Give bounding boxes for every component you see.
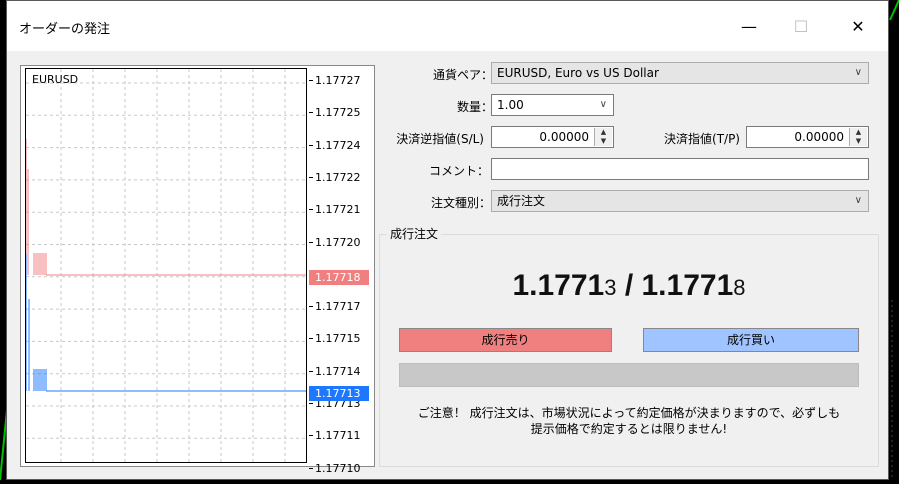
pair-value: EURUSD, Euro vs US Dollar <box>497 66 659 80</box>
price-tick-label: 1.17720 <box>315 235 361 249</box>
close-button[interactable]: ✕ <box>835 11 881 41</box>
notice-text: ご注意！ 成行注文は、市場状況によって約定価格が決まりますので、必ずしも 提示価… <box>379 405 879 437</box>
volume-value: 1.00 <box>497 98 524 112</box>
notice-line-2: 提示価格で約定するとは限りません! <box>530 422 728 436</box>
status-bar <box>399 363 859 387</box>
tick-chart: EURUSD 1.17727 1.17725 1.17724 1.17722 1.177… <box>20 65 375 475</box>
price-tick-label: 1.17721 <box>315 203 361 217</box>
pair-select[interactable]: EURUSD, Euro vs US Dollar ∨ <box>491 62 869 84</box>
sl-value: 0.00000 <box>539 130 589 144</box>
price-tick-label: 1.17725 <box>315 106 361 120</box>
price-tick-label: 1.17722 <box>315 170 361 184</box>
sl-input[interactable]: 0.00000 ▲ ▼ <box>491 126 614 148</box>
price-tick-label: 1.17711 <box>315 429 361 443</box>
volume-select[interactable]: 1.00 ∨ <box>491 94 614 116</box>
comment-label: コメント： <box>428 164 489 178</box>
ask-price-tag: 1.17713 <box>309 386 369 401</box>
sl-label: 決済逆指値(S/L) <box>396 132 484 146</box>
tick-mark <box>309 435 313 437</box>
price-tick-label: 1.17717 <box>315 300 361 314</box>
order-type-label: 注文種別： <box>430 196 491 210</box>
price-axis: 1.17727 1.17725 1.17724 1.17722 1.17721 1.177… <box>309 66 371 475</box>
title-bar: オーダーの発注 — ☐ ✕ <box>7 1 888 51</box>
buy-button[interactable]: 成行買い <box>643 328 859 352</box>
spin-arrows-icon[interactable]: ▲ ▼ <box>849 128 867 146</box>
tick-mark <box>309 370 313 372</box>
ask-main: 1.1771 <box>641 269 734 302</box>
maximize-icon: ☐ <box>793 16 809 36</box>
tp-input[interactable]: 0.00000 ▲ ▼ <box>746 126 869 148</box>
spin-arrows-icon[interactable]: ▲ ▼ <box>594 128 612 146</box>
tp-value: 0.00000 <box>794 130 844 144</box>
pair-label: 通貨ペア： <box>432 68 493 82</box>
chart-grid <box>25 69 306 472</box>
price-tick-label: 1.17710 <box>315 461 361 475</box>
ask-last-digit: 8 <box>733 275 746 300</box>
close-icon: ✕ <box>851 16 865 36</box>
tick-mark <box>309 338 313 340</box>
price-tick-label: 1.17727 <box>315 74 361 87</box>
quote-separator: / <box>616 269 642 302</box>
chevron-down-icon: ∨ <box>599 99 607 110</box>
notice-line-1: ご注意！ 成行注文は、市場状況によって約定価格が決まりますので、必ずしも <box>417 406 841 420</box>
chevron-down-icon: ∨ <box>854 195 862 206</box>
quote-display: 1.17713 / 1.17718 <box>379 269 879 303</box>
tick-mark <box>309 306 313 308</box>
order-dialog: オーダーの発注 — ☐ ✕ EURUSD 1.17727 1.17725 1.177… <box>6 0 889 480</box>
comment-input[interactable] <box>491 158 869 180</box>
tick-mark <box>309 80 313 81</box>
tick-mark <box>309 403 313 404</box>
volume-label: 数量： <box>456 100 493 114</box>
group-title: 成行注文 <box>387 225 442 242</box>
chevron-down-icon: ∨ <box>854 67 862 78</box>
tick-mark <box>309 144 313 146</box>
tick-mark <box>309 176 313 178</box>
price-tick-label: 1.17715 <box>315 332 361 346</box>
bid-main: 1.1771 <box>512 269 605 302</box>
tp-label: 決済指値(T/P) <box>664 132 740 146</box>
tick-mark <box>309 112 313 114</box>
window-title: オーダーの発注 <box>19 22 111 37</box>
price-tick-label: 1.17714 <box>315 364 361 378</box>
order-type-value: 成行注文 <box>497 194 546 208</box>
sell-button[interactable]: 成行売り <box>399 328 612 352</box>
maximize-button: ☐ <box>778 11 824 41</box>
bid-price-tag: 1.17718 <box>309 270 369 285</box>
chart-symbol: EURUSD <box>32 73 79 86</box>
bid-last-digit: 3 <box>604 275 617 300</box>
tick-mark <box>309 241 313 243</box>
tick-mark <box>309 467 313 469</box>
order-type-select[interactable]: 成行注文 ∨ <box>491 190 869 212</box>
price-tick-label: 1.17724 <box>315 138 361 152</box>
chart-plot-area: EURUSD <box>25 68 307 472</box>
minimize-button[interactable]: — <box>726 11 772 41</box>
minimize-icon: — <box>741 16 757 36</box>
tick-mark <box>309 209 313 211</box>
